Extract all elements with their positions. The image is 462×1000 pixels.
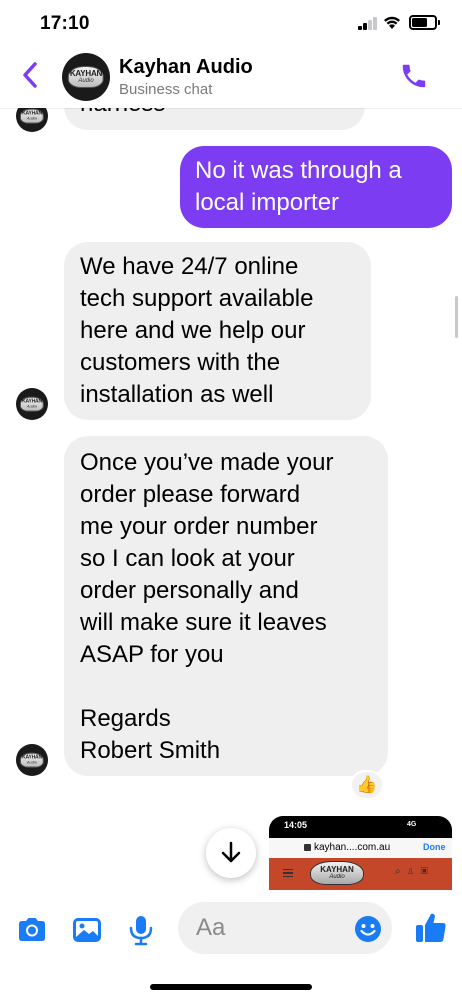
microphone-icon[interactable] [124,913,158,947]
kayhan-logo: KAYHAN Audio [67,65,105,89]
message-bubble-incoming[interactable]: Once you’ve made your order please forwa… [64,436,388,776]
lock-icon [304,844,311,851]
kayhan-logo: KAYHAN Audio [310,861,364,885]
phone-icon[interactable] [399,61,429,91]
menu-icon [283,869,293,877]
back-icon[interactable] [20,60,42,90]
site-toolbar-icons: ⌕♙▣ [395,866,435,877]
image-attachment-preview[interactable]: 14:05 4G kayhan....com.au Done KAYHAN Au… [269,816,452,890]
sender-avatar[interactable]: KAYHAN Audio [16,388,48,420]
chat-header: KAYHAN Audio Kayhan Audio Business chat [0,46,462,108]
thumbs-up-reaction[interactable]: 👍 [350,770,384,800]
status-time: 17:10 [40,13,90,34]
avatar[interactable]: KAYHAN Audio [62,53,110,101]
sender-avatar[interactable]: KAYHAN Audio [16,744,48,776]
status-bar: 17:10 [0,0,462,46]
contact-subtitle: Business chat [119,81,213,98]
message-input-container[interactable] [178,902,392,954]
browser-url-bar: kayhan....com.au Done [269,838,452,858]
gallery-icon[interactable] [70,913,104,947]
scroll-indicator[interactable] [455,296,458,338]
battery-icon [409,15,440,30]
thumbs-up-icon[interactable] [413,910,449,946]
emoji-icon[interactable] [354,915,382,943]
wifi-icon [384,16,400,29]
scroll-down-button[interactable] [206,828,256,878]
contact-name[interactable]: Kayhan Audio [119,56,253,79]
message-bubble-incoming[interactable]: We have 24/7 online tech support availab… [64,242,371,420]
arrow-down-icon [221,841,241,863]
home-indicator[interactable] [150,984,312,990]
message-input[interactable] [196,902,346,954]
composer-bar [0,890,462,970]
website-header: KAYHAN Audio ⌕♙▣ [269,858,452,890]
signal-icon [358,17,378,30]
message-bubble-outgoing[interactable]: No it was through a local importer [180,146,452,228]
camera-icon[interactable] [15,913,49,947]
